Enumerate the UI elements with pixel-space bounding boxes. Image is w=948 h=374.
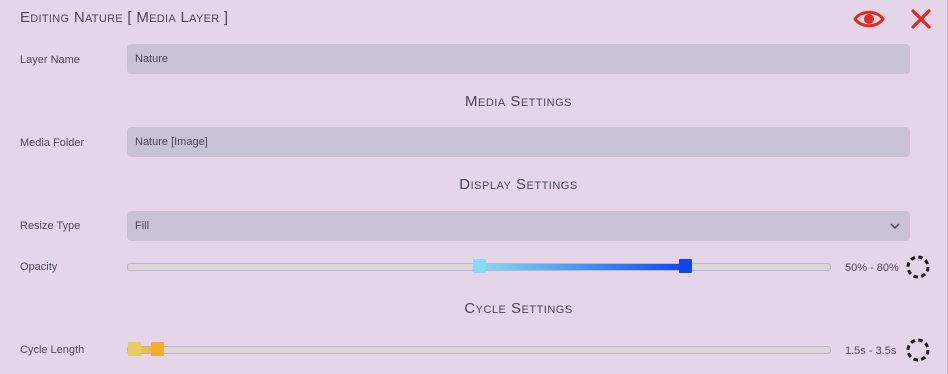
layer-name-input[interactable]: Nature xyxy=(127,44,910,74)
resize-type-label: Resize Type xyxy=(20,220,81,232)
cycle-length-min-handle[interactable] xyxy=(128,342,141,356)
opacity-range-value: 50% - 80% xyxy=(845,262,899,274)
media-folder-value: Nature [Image] xyxy=(135,136,208,148)
layer-name-label: Layer Name xyxy=(20,54,80,66)
cycle-length-range-value: 1.5s - 3.5s xyxy=(845,345,897,357)
opacity-range-fill xyxy=(479,264,686,270)
opacity-randomize-button[interactable] xyxy=(906,255,930,279)
opacity-min-handle[interactable] xyxy=(472,259,486,273)
close-button[interactable] xyxy=(905,6,937,32)
layer-editor-panel: Editing Nature [ Media Layer ] Layer Nam… xyxy=(0,0,948,374)
media-folder-input[interactable]: Nature [Image] xyxy=(127,127,910,157)
randomize-icon xyxy=(906,255,930,279)
cycle-length-max-handle[interactable] xyxy=(151,342,165,356)
resize-type-select[interactable]: Fill xyxy=(127,211,910,241)
opacity-max-handle[interactable] xyxy=(679,259,693,273)
chevron-down-icon xyxy=(890,223,900,229)
cycle-length-range-slider[interactable] xyxy=(127,342,831,356)
media-folder-label: Media Folder xyxy=(20,137,85,149)
opacity-range-slider[interactable] xyxy=(127,259,831,273)
display-settings-heading: Display Settings xyxy=(459,176,578,193)
close-icon xyxy=(911,9,931,29)
resize-type-value: Fill xyxy=(135,220,150,232)
randomize-icon xyxy=(906,338,930,362)
cycle-length-randomize-button[interactable] xyxy=(906,338,930,362)
media-settings-heading: Media Settings xyxy=(464,93,572,110)
panel-title: Editing Nature [ Media Layer ] xyxy=(20,9,229,26)
cycle-length-label: Cycle Length xyxy=(20,344,85,356)
opacity-label: Opacity xyxy=(20,261,58,273)
toggle-visibility-button[interactable] xyxy=(853,6,885,32)
eye-icon xyxy=(853,10,885,28)
layer-name-value: Nature xyxy=(135,53,169,65)
cycle-settings-heading: Cycle Settings xyxy=(464,300,573,317)
